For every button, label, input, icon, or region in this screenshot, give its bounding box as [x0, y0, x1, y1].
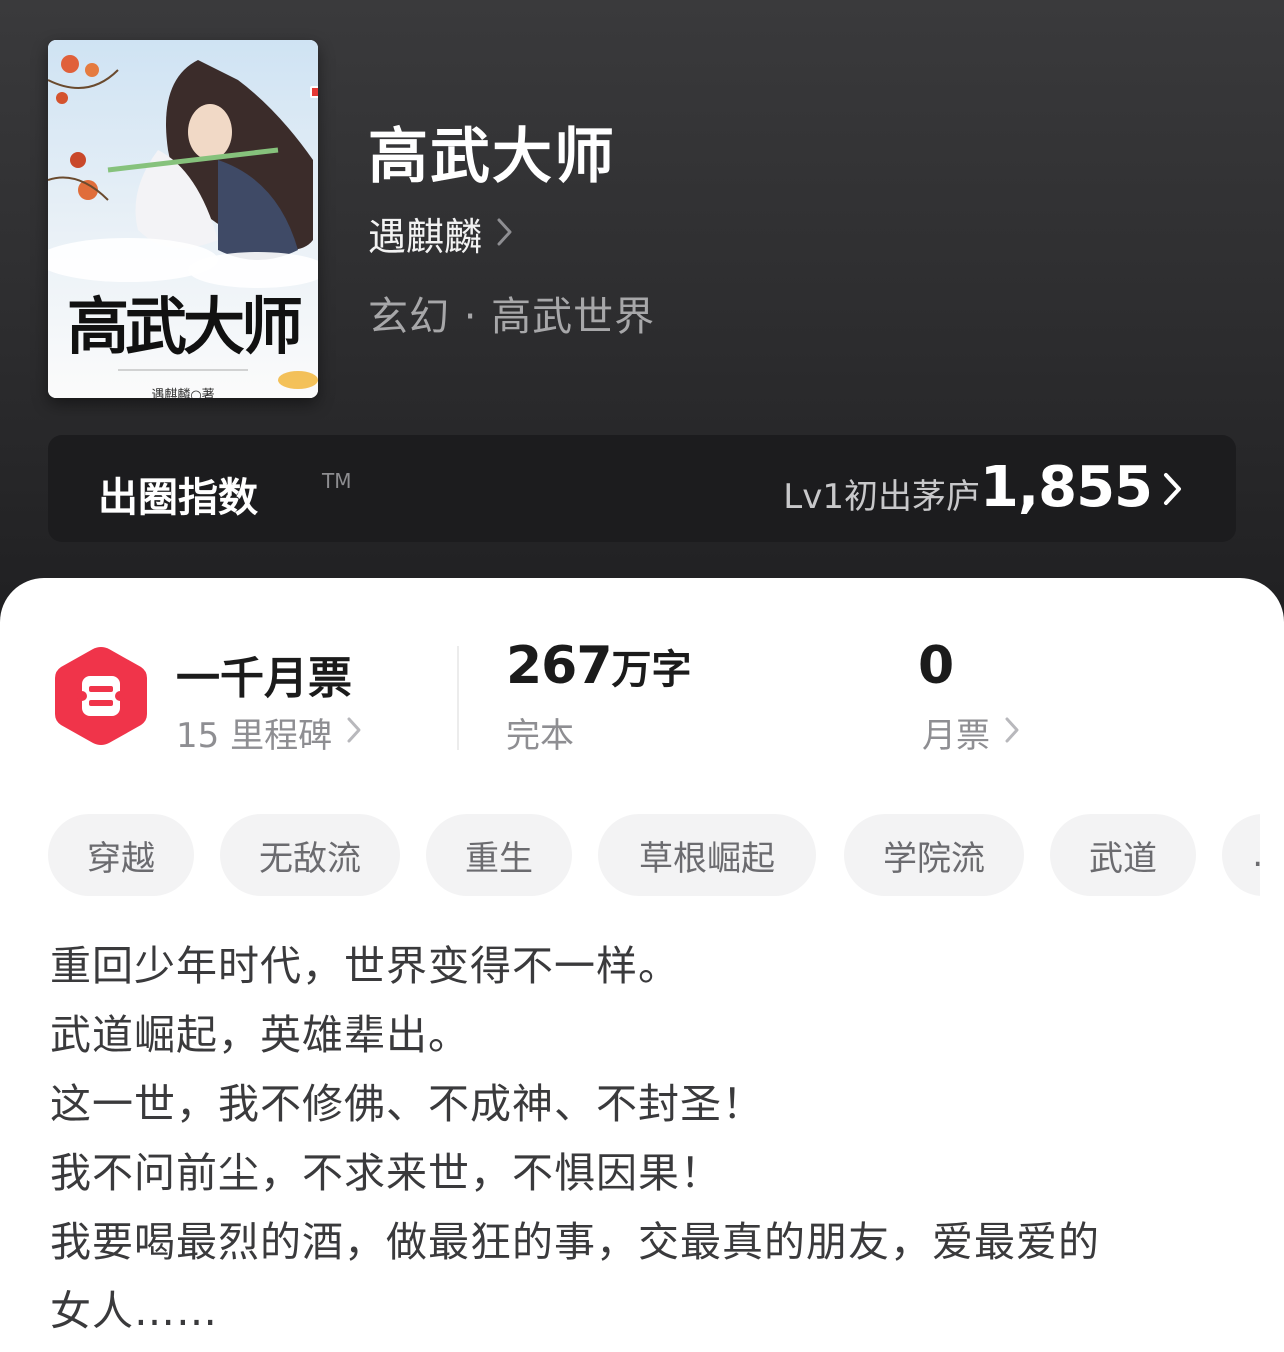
monthly-ticket-icon[interactable]	[52, 644, 150, 752]
author-link[interactable]: 遇麒麟	[368, 206, 514, 261]
cover-title: 高武大师	[66, 290, 303, 363]
tag-chip[interactable]: 重生	[426, 814, 572, 896]
monthly-votes: 0	[918, 636, 954, 696]
ticket-title: 一千月票	[176, 653, 352, 704]
milestones-link[interactable]: 15 里程碑	[176, 708, 362, 757]
word-count-unit: 万字	[611, 647, 692, 693]
tag-chip[interactable]: 无敌流	[220, 814, 400, 896]
chevron-right-icon	[1004, 713, 1020, 753]
index-value: 1,855	[979, 455, 1153, 520]
description-line: 武道崛起，英雄辈出。	[50, 1011, 470, 1059]
description-line: 我要喝最烈的酒，做最狂的事，交最真的朋友，爱最爱的	[50, 1218, 1100, 1266]
tag-chip[interactable]: 学院流	[844, 814, 1024, 896]
word-count: 267万字	[506, 636, 692, 696]
index-level: Lv1初出茅庐	[783, 477, 980, 517]
cover-author: 遇麒麟○著	[151, 388, 215, 398]
tag-list: 穿越 无敌流 重生 草根崛起 学院流 武道 …	[48, 814, 1260, 898]
index-trademark: TM	[322, 469, 352, 493]
description-line: 我不问前尘，不求来世，不惧因果！	[50, 1149, 722, 1197]
book-cover[interactable]: 高武大师 遇麒麟○著	[48, 40, 318, 398]
stats-row: 一千月票 15 里程碑 267万字 完本 0 月票	[0, 578, 1284, 778]
book-description: 重回少年时代，世界变得不一样。 武道崛起，英雄辈出。 这一世，我不修佛、不成神、…	[50, 932, 1240, 1346]
description-line: 重回少年时代，世界变得不一样。	[50, 942, 680, 990]
tag-chip[interactable]: 草根崛起	[598, 814, 816, 896]
author-name: 遇麒麟	[368, 215, 483, 259]
description-line: 女人……	[50, 1287, 218, 1335]
popularity-index-bar[interactable]: 出圈指数 TM Lv1初出茅庐 1,855	[48, 435, 1236, 542]
chevron-right-icon	[496, 212, 514, 256]
monthly-votes-link[interactable]: 月票	[922, 708, 1020, 757]
book-header: 高武大师 遇麒麟○著 高武大师 遇麒麟 玄幻 · 高武世界 出圈指数 TM Lv…	[0, 0, 1284, 660]
tag-chip[interactable]: 穿越	[48, 814, 194, 896]
stats-divider	[457, 646, 459, 750]
chevron-right-icon	[1162, 471, 1184, 511]
chevron-right-icon	[346, 713, 362, 753]
book-detail-page: 高武大师 遇麒麟○著 高武大师 遇麒麟 玄幻 · 高武世界 出圈指数 TM Lv…	[0, 0, 1284, 1352]
book-title: 高武大师	[368, 122, 616, 192]
book-status: 完本	[506, 708, 574, 757]
word-count-number: 267	[506, 636, 613, 696]
index-label: 出圈指数	[98, 475, 258, 521]
tag-chip[interactable]: 武道	[1050, 814, 1196, 896]
book-genre: 玄幻 · 高武世界	[368, 294, 656, 340]
monthly-votes-number: 0	[918, 636, 954, 696]
monthly-votes-label: 月票	[922, 716, 990, 756]
publisher-badge	[310, 86, 318, 98]
book-info-sheet: 一千月票 15 里程碑 267万字 完本 0 月票 穿越 无敌流 重生 草根崛起…	[0, 578, 1284, 1352]
description-line: 这一世，我不修佛、不成神、不封圣！	[50, 1080, 764, 1128]
tag-chip[interactable]: …	[1222, 814, 1260, 896]
milestones-text: 15 里程碑	[176, 716, 333, 756]
book-status-text: 完本	[506, 716, 574, 756]
